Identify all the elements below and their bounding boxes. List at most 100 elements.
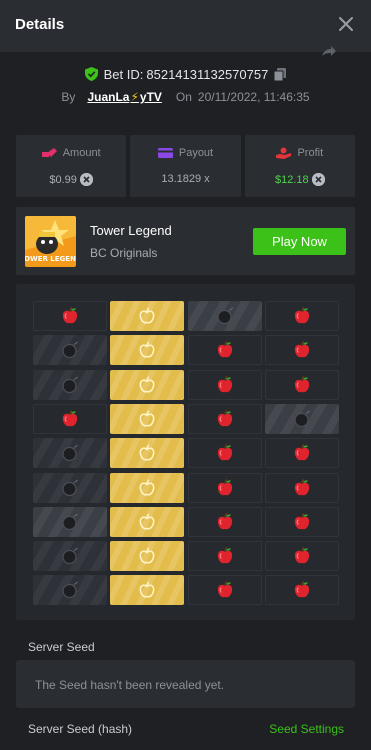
bomb-icon [62,341,78,359]
tower-cell-apple [33,404,107,434]
apple-icon [294,306,310,324]
tower-cell-apple [265,473,339,503]
tower-cell-apple [265,575,339,605]
copy-icon[interactable] [274,67,287,81]
apple-icon [294,375,310,393]
bomb-icon [62,581,78,599]
share-icon[interactable] [321,45,337,57]
tower-cell-apple [265,370,339,400]
bet-byline: By JuanLa ⚡ yTV On 20/11/2022, 11:46:35 [0,89,371,105]
bomb-icon [217,307,233,325]
apple-outline-icon [139,341,155,358]
bomb-icon [62,547,78,565]
server-seed-hash-label: Server Seed (hash) [28,722,133,736]
server-seed-box: The Seed hasn't been revealed yet. [16,660,355,708]
tower-cell-apple [188,541,262,571]
page-title: Details [15,16,65,33]
tower-cell-bomb [33,575,107,605]
tower-cell-apple [33,301,107,331]
tower-cell-bomb [33,335,107,365]
play-now-button[interactable]: Play Now [253,228,346,255]
tower-board [16,284,355,620]
tower-cell-picked [110,541,184,571]
bet-stats: Amount $0.99 Payout 13.1829 x Profit $12… [16,135,355,197]
tower-cell-bomb [33,507,107,537]
bolt-icon: ⚡ [130,90,139,104]
apple-icon [217,409,233,427]
apple-icon [217,375,233,393]
tower-cell-apple [188,575,262,605]
apple-outline-icon [139,410,155,427]
apple-icon [294,340,310,358]
thumb-logo-text: TOWER LEGEND [25,255,76,263]
tower-cell-bomb [265,404,339,434]
apple-icon [217,546,233,564]
tower-cell-bomb [188,301,262,331]
bet-id-value: 85214131132570757 [146,66,269,82]
seed-settings-link[interactable]: Seed Settings [269,722,344,736]
apple-icon [294,546,310,564]
apple-icon [294,512,310,530]
stat-payout: Payout 13.1829 x [130,135,241,197]
tower-cell-apple [265,541,339,571]
bomb-icon [62,513,78,531]
bet-id-label: Bet ID: [103,66,144,82]
tower-cell-picked [110,473,184,503]
apple-outline-icon [139,547,155,564]
money-icon [41,148,57,157]
tower-cell-apple [188,438,262,468]
card-icon [157,148,173,158]
tower-cell-picked [110,507,184,537]
on-label: On [175,90,192,104]
game-card: TOWER LEGEND Tower Legend BC Originals P… [16,207,355,275]
user-link[interactable]: JuanLa ⚡ yTV [87,90,161,104]
close-icon[interactable] [337,15,355,33]
tower-cell-bomb [33,473,107,503]
bomb-icon [62,444,78,462]
tower-cell-apple [265,301,339,331]
apple-icon [62,306,78,324]
by-label: By [61,90,76,104]
server-seed-text: The Seed hasn't been revealed yet. [35,678,225,692]
bet-date: 20/11/2022, 11:46:35 [197,90,310,104]
tower-cell-apple [188,335,262,365]
apple-outline-icon [139,444,155,461]
apple-icon [217,478,233,496]
tower-cell-bomb [33,541,107,571]
apple-icon [217,512,233,530]
tower-cell-apple [188,404,262,434]
tower-cell-bomb [33,370,107,400]
apple-icon [294,443,310,461]
bomb-icon [294,410,310,428]
tower-cell-picked [110,301,184,331]
tower-cell-picked [110,370,184,400]
apple-icon [217,580,233,598]
game-provider: BC Originals [90,246,158,260]
bomb-icon [62,376,78,394]
tower-cell-picked [110,438,184,468]
stat-amount: Amount $0.99 [16,135,127,197]
stat-profit: Profit $12.18 [244,135,355,197]
apple-icon [62,409,78,427]
tower-cell-apple [265,335,339,365]
apple-outline-icon [139,307,155,324]
apple-outline-icon [139,513,155,530]
tower-cell-picked [110,404,184,434]
tower-cell-bomb [33,438,107,468]
tower-cell-apple [188,507,262,537]
currency-coin-icon [311,173,325,186]
tower-cell-apple [188,370,262,400]
profit-hand-icon [276,147,292,159]
server-seed-label: Server Seed [28,640,95,654]
shield-check-icon [84,67,98,81]
bomb-icon [62,479,78,497]
game-name: Tower Legend [90,223,172,238]
tower-cell-apple [265,438,339,468]
tower-cell-apple [188,473,262,503]
bet-id-line: Bet ID: 85214131132570757 [0,66,371,82]
apple-outline-icon [139,376,155,393]
apple-icon [217,443,233,461]
game-thumbnail[interactable]: TOWER LEGEND [25,216,76,267]
tower-cell-picked [110,575,184,605]
apple-icon [294,580,310,598]
